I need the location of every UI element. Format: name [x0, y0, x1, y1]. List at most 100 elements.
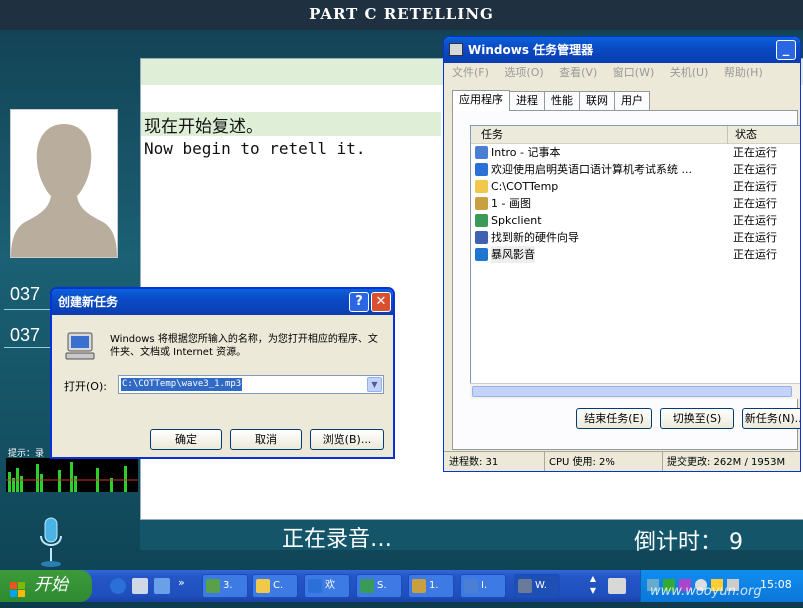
horizontal-scrollbar[interactable]: [470, 383, 800, 399]
taskbar-item-label: I.: [481, 580, 488, 591]
taskbar-item[interactable]: C.: [252, 574, 298, 598]
chinese-prompt: 现在开始复述。: [144, 117, 263, 137]
taskbar-item[interactable]: 1.: [408, 574, 454, 598]
tab-networking[interactable]: 联网: [579, 91, 615, 110]
taskbar-scroll-arrows[interactable]: ▲ ▼: [586, 573, 600, 599]
list-item[interactable]: Spkclient 正在运行: [471, 212, 800, 229]
scroll-thumb[interactable]: [472, 386, 792, 397]
task-name: 欢迎使用启明英语口语计算机考试系统 ...: [491, 163, 692, 176]
list-item[interactable]: 找到新的硬件向导 正在运行: [471, 229, 800, 246]
person-silhouette-icon: [11, 124, 117, 257]
new-task-button[interactable]: 新任务(N)...: [742, 408, 800, 429]
quick-launch: »: [108, 576, 198, 596]
task-name: 暴风影音: [491, 246, 535, 263]
column-task[interactable]: 任务: [481, 126, 503, 144]
dialog-message: Windows 将根据您所输入的名称，为您打开相应的程序、文件夹、文档或 Int…: [110, 334, 378, 358]
desktop-icon[interactable]: [154, 578, 170, 594]
list-item[interactable]: Intro - 记事本 正在运行: [471, 144, 800, 161]
minimize-button[interactable]: _: [776, 40, 796, 60]
taskbar-item-label: 欢: [325, 580, 335, 591]
tab-processes[interactable]: 进程: [509, 91, 545, 110]
taskbar-item-label: S.: [377, 580, 387, 591]
start-button[interactable]: 开始: [0, 570, 92, 602]
list-item[interactable]: 欢迎使用启明英语口语计算机考试系统 ... 正在运行: [471, 161, 800, 178]
process-count: 进程数: 31: [449, 457, 499, 468]
menu-window[interactable]: 窗口(W): [613, 66, 654, 79]
audio-meter-graphic: [6, 462, 138, 492]
exam-section-title: PART C RETELLING: [0, 0, 803, 30]
tab-users[interactable]: 用户: [614, 91, 650, 110]
start-label: 开始: [34, 575, 68, 595]
open-combobox[interactable]: C:\COTTemp\wave3_1.mp3 ▼: [118, 375, 384, 394]
task-name: Spkclient: [491, 214, 542, 227]
tab-performance[interactable]: 性能: [544, 91, 580, 110]
close-button[interactable]: ✕: [371, 292, 391, 312]
taskbar-item[interactable]: W.: [514, 574, 560, 598]
task-manager-window: Windows 任务管理器 _ 文件(F) 选项(O) 查看(V) 窗口(W) …: [443, 36, 801, 472]
taskbar-app-icon: [464, 579, 478, 593]
list-item[interactable]: 暴风影音 正在运行: [471, 246, 800, 263]
taskbar-item[interactable]: 欢: [304, 574, 350, 598]
taskbar-app-icon: [256, 579, 270, 593]
menu-help[interactable]: 帮助(H): [724, 66, 763, 79]
window-icon: [475, 231, 488, 244]
countdown-value: 9: [729, 530, 744, 555]
english-prompt: Now begin to retell it.: [144, 139, 366, 158]
task-status: 正在运行: [733, 163, 777, 176]
windows-logo-icon: [10, 578, 26, 597]
task-status: 正在运行: [733, 231, 777, 244]
cpu-usage: CPU 使用: 2%: [544, 452, 615, 471]
watermark: www.wooyun.org: [650, 584, 762, 599]
commit-charge: 提交更改: 262M / 1953M: [662, 452, 785, 471]
audio-level-meter: [6, 458, 138, 492]
divider: [4, 309, 50, 310]
chevron-down-icon[interactable]: ▼: [367, 377, 382, 392]
dialog-titlebar[interactable]: 创建新任务 ? ✕: [52, 289, 393, 315]
menu-shutdown[interactable]: 关机(U): [670, 66, 709, 79]
task-manager-tabs: 应用程序 进程 性能 联网 用户: [452, 90, 650, 111]
task-name: Intro - 记事本: [491, 146, 561, 159]
task-status: 正在运行: [733, 248, 777, 261]
taskbar-app-icon: [206, 579, 220, 593]
candidate-photo: [10, 109, 118, 258]
list-item[interactable]: C:\COTTemp 正在运行: [471, 178, 800, 195]
switch-to-button[interactable]: 切换至(S): [660, 408, 734, 429]
column-status[interactable]: 状态: [735, 126, 757, 144]
open-input-value[interactable]: C:\COTTemp\wave3_1.mp3: [121, 378, 243, 391]
taskbar-item-label: 3.: [223, 580, 233, 591]
list-item[interactable]: 1 - 画图 正在运行: [471, 195, 800, 212]
taskbar-app-icon: [308, 579, 322, 593]
task-manager-title: Windows 任务管理器: [468, 43, 594, 57]
menu-options[interactable]: 选项(O): [504, 66, 543, 79]
task-manager-icon: [449, 43, 463, 56]
task-manager-titlebar[interactable]: Windows 任务管理器 _: [444, 37, 800, 63]
taskbar-item[interactable]: 3.: [202, 574, 248, 598]
tab-applications[interactable]: 应用程序: [452, 90, 510, 111]
more-icon[interactable]: »: [178, 576, 185, 589]
task-status: 正在运行: [733, 214, 777, 227]
computer-icon: [64, 331, 96, 361]
taskbar-item[interactable]: I.: [460, 574, 506, 598]
menu-file[interactable]: 文件(F): [452, 66, 489, 79]
browse-button[interactable]: 浏览(B)...: [310, 429, 384, 450]
cancel-button[interactable]: 取消: [230, 429, 302, 450]
task-manager-menubar: 文件(F) 选项(O) 查看(V) 窗口(W) 关机(U) 帮助(H): [444, 63, 800, 83]
media-player-icon[interactable]: [132, 578, 148, 594]
rows-container: Intro - 记事本 正在运行 欢迎使用启明英语口语计算机考试系统 ... 正在运行…: [471, 144, 800, 263]
menu-view[interactable]: 查看(V): [559, 66, 597, 79]
list-header: 任务 状态: [471, 126, 800, 144]
create-new-task-dialog: 创建新任务 ? ✕ Windows 将根据您所输入的名称，为您打开相应的程序、文…: [50, 287, 395, 459]
ie-icon[interactable]: [110, 578, 126, 594]
help-button[interactable]: ?: [349, 292, 369, 312]
task-manager-statusbar: 进程数: 31 CPU 使用: 2% 提交更改: 262M / 1953M: [444, 451, 800, 471]
app-icon: [475, 214, 488, 227]
taskbar-item[interactable]: S.: [356, 574, 402, 598]
end-task-button[interactable]: 结束任务(E): [576, 408, 652, 429]
clock[interactable]: 15:08: [760, 578, 792, 591]
player-icon: [475, 248, 488, 261]
task-status: 正在运行: [733, 146, 777, 159]
open-label: 打开(O):: [64, 380, 107, 393]
ok-button[interactable]: 确定: [150, 429, 222, 450]
keyboard-icon[interactable]: [608, 578, 626, 594]
taskbar-item-label: W.: [535, 580, 547, 591]
